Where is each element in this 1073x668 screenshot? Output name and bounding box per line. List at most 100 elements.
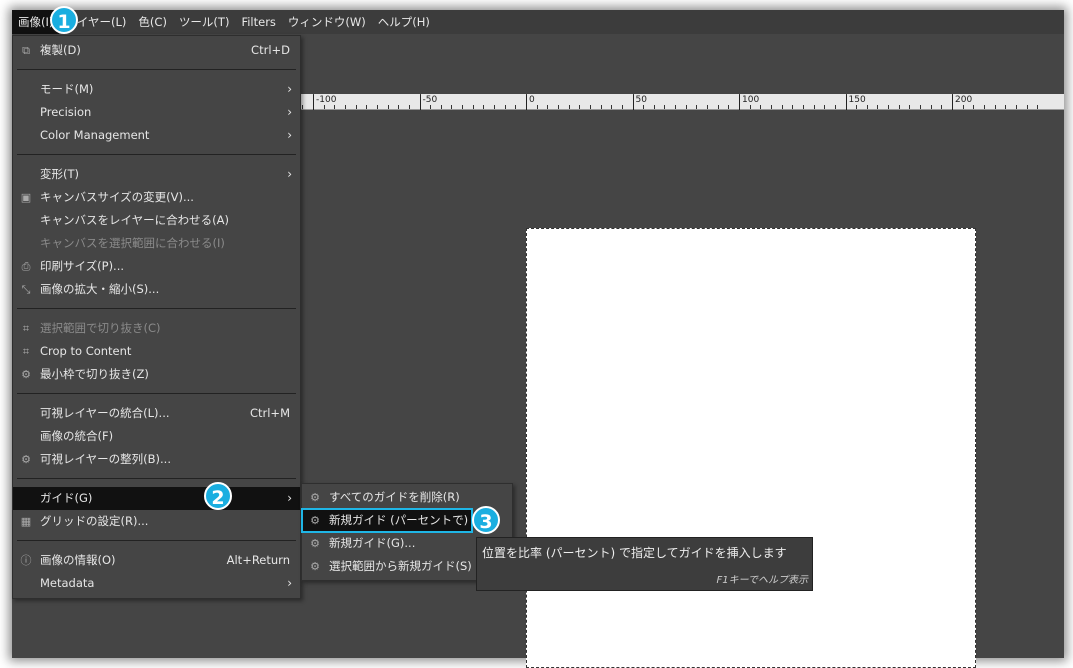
menu-item-label: 画像の拡大・縮小(S)... xyxy=(40,282,160,296)
ruler-tick xyxy=(770,105,772,109)
menu-item-label: 新規ガイド(G)... xyxy=(329,536,416,550)
ruler-tick xyxy=(920,105,922,109)
menu-item[interactable]: モード(M) › xyxy=(13,78,300,101)
menu-separator xyxy=(13,301,300,317)
tooltip-text: 位置を比率 (パーセント) で指定してガイドを挿入します xyxy=(482,546,787,560)
ruler-tick xyxy=(834,105,836,109)
ruler-tick xyxy=(1026,105,1028,109)
ruler-tick xyxy=(1037,105,1039,109)
menu-item[interactable]: ⚙ 最小枠で切り抜き(Z) xyxy=(13,363,300,386)
ruler-label: -100 xyxy=(313,95,336,110)
menu-item-label: 最小枠で切り抜き(Z) xyxy=(40,367,149,381)
ruler-tick xyxy=(589,105,591,109)
ruler-tick xyxy=(451,105,453,109)
ruler-label: -50 xyxy=(419,95,437,110)
grid-icon: ▦ xyxy=(20,515,32,528)
menu-item[interactable]: ▣ キャンバスサイズの変更(V)... xyxy=(13,186,300,209)
ruler-tick xyxy=(813,105,815,109)
ruler-tick xyxy=(408,105,410,109)
ruler-tick xyxy=(579,105,581,109)
menu-item[interactable]: ⚙ 可視レイヤーの整列(B)... xyxy=(13,448,300,471)
menu-separator xyxy=(13,386,300,402)
ruler-tick xyxy=(675,105,677,109)
step-badge-3: 3 xyxy=(472,506,500,534)
ruler-tick xyxy=(344,105,346,109)
menu-item-label: 可視レイヤーの統合(L)... xyxy=(40,406,170,420)
menu-item[interactable]: ガイド(G) › xyxy=(13,487,300,510)
ruler-tick xyxy=(376,105,378,109)
menu-item[interactable]: Precision › xyxy=(13,101,300,124)
menubar-item[interactable]: ツール(T) xyxy=(173,10,236,34)
menu-item-label: 選択範囲から新規ガイド(S) xyxy=(329,559,472,573)
ruler-tick xyxy=(536,105,538,109)
ruler-tick xyxy=(472,105,474,109)
ruler-label: 100 xyxy=(739,95,759,110)
menu-item-label: キャンバスをレイヤーに合わせる(A) xyxy=(40,213,229,227)
menu-item[interactable]: ⎙ 印刷サイズ(P)... xyxy=(13,255,300,278)
ruler-tick xyxy=(717,105,719,109)
menu-item[interactable]: ⚙ 新規ガイド (パーセントで) (P)... xyxy=(301,508,499,533)
menu-item[interactable]: 画像の統合(F) xyxy=(13,425,300,448)
ruler-tick xyxy=(994,105,996,109)
menubar-item[interactable]: 色(C) xyxy=(132,10,173,34)
menubar: 画像(I) レイヤー(L) 色(C) ツール(T) Filters ウィンドウ(W) ヘルプ… xyxy=(12,10,1064,34)
menu-item[interactable]: ⚙ すべてのガイドを削除(R) xyxy=(302,486,512,509)
gear-icon: ⚙ xyxy=(310,514,320,527)
menu-item[interactable]: 可視レイヤーの統合(L)... Ctrl+M xyxy=(13,402,300,425)
menu-item-label: 画像の統合(F) xyxy=(40,429,114,443)
ruler-tick xyxy=(728,105,730,109)
ruler-tick xyxy=(983,105,985,109)
tooltip: 位置を比率 (パーセント) で指定してガイドを挿入します F1キーでヘルプ表示 xyxy=(476,537,813,591)
menu-separator xyxy=(13,147,300,163)
ruler-tick xyxy=(568,105,570,109)
printer-icon: ⎙ xyxy=(21,260,31,273)
chevron-right-icon: › xyxy=(287,128,292,142)
menu-item-label: モード(M) xyxy=(40,82,94,96)
horizontal-ruler: -100 -50 0 50 100 150 200 xyxy=(300,94,1064,110)
menubar-item[interactable]: ヘルプ(H) xyxy=(372,10,436,34)
menubar-item[interactable]: ウィンドウ(W) xyxy=(282,10,372,34)
menu-item[interactable]: ⓘ 画像の情報(O) Alt+Return xyxy=(13,549,300,572)
ruler-tick xyxy=(387,105,389,109)
menu-item-label: ガイド(G) xyxy=(40,491,93,505)
gear-icon: ⚙ xyxy=(310,560,320,573)
menu-item-label: Color Management xyxy=(40,128,150,142)
menu-item-shortcut: Alt+Return xyxy=(226,553,290,567)
menu-item-label: 複製(D) xyxy=(40,43,81,57)
duplicate-icon: ⧉ xyxy=(22,44,30,57)
info-icon: ⓘ xyxy=(20,554,32,567)
ruler-tick xyxy=(888,105,890,109)
menu-item[interactable]: ⌗ Crop to Content xyxy=(13,340,300,363)
ruler-tick xyxy=(707,105,709,109)
ruler-tick xyxy=(792,105,794,109)
menu-item[interactable]: ⧉ 複製(D) Ctrl+D xyxy=(13,39,300,62)
menu-item[interactable]: ▦ グリッドの設定(R)... xyxy=(13,510,300,533)
chevron-right-icon: › xyxy=(287,576,292,590)
ruler-tick xyxy=(653,105,655,109)
chevron-right-icon: › xyxy=(287,167,292,181)
menu-item-label: 印刷サイズ(P)... xyxy=(40,259,125,273)
ruler-tick xyxy=(909,105,911,109)
chevron-right-icon: › xyxy=(287,491,292,505)
scale-icon: ⤡ xyxy=(21,283,31,296)
chevron-right-icon: › xyxy=(287,82,292,96)
ruler-tick xyxy=(685,105,687,109)
menu-item[interactable]: Metadata › xyxy=(13,572,300,595)
menu-item[interactable]: ⤡ 画像の拡大・縮小(S)... xyxy=(13,278,300,301)
menu-item[interactable]: キャンバスをレイヤーに合わせる(A) xyxy=(13,209,300,232)
ruler-tick xyxy=(930,105,932,109)
gear-icon: ⚙ xyxy=(21,368,31,381)
menu-item[interactable]: 変形(T) › xyxy=(13,163,300,186)
menu-item[interactable]: Color Management › xyxy=(13,124,300,147)
ruler-label: 50 xyxy=(632,95,647,110)
ruler-tick xyxy=(483,105,485,109)
menu-item-label: 選択範囲で切り抜き(C) xyxy=(40,321,161,335)
menu-item[interactable]: キャンバスを選択範囲に合わせる(I) xyxy=(13,232,300,255)
image-canvas[interactable] xyxy=(526,228,976,668)
menu-item[interactable]: ⌗ 選択範囲で切り抜き(C) xyxy=(13,317,300,340)
menu-item-label: 可視レイヤーの整列(B)... xyxy=(40,452,171,466)
crop-icon: ⌗ xyxy=(22,322,30,335)
ruler-tick xyxy=(366,105,368,109)
menu-item-shortcut: Ctrl+M xyxy=(249,406,290,420)
menubar-item[interactable]: Filters xyxy=(235,10,281,34)
